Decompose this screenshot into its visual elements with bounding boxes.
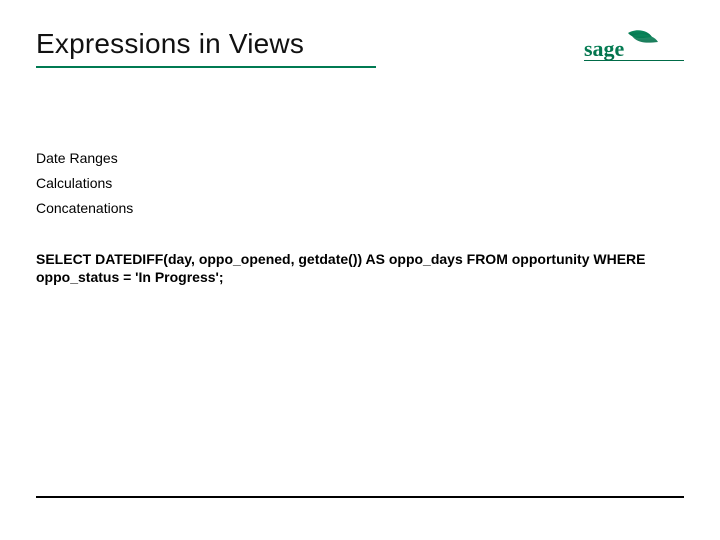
title-underline — [36, 66, 376, 68]
sql-code-block: SELECT DATEDIFF(day, oppo_opened, getdat… — [36, 250, 684, 286]
page-title: Expressions in Views — [36, 28, 584, 60]
sage-logo: sage — [584, 30, 684, 62]
title-block: Expressions in Views — [36, 28, 584, 68]
sage-logo-icon: sage — [584, 30, 684, 62]
footer-rule — [36, 496, 684, 498]
bullet-item: Calculations — [36, 171, 684, 196]
body: Date Ranges Calculations Concatenations … — [36, 146, 684, 286]
slide: Expressions in Views sage — [0, 0, 720, 540]
bullet-item: Concatenations — [36, 196, 684, 221]
logo-text: sage — [584, 36, 625, 61]
bullet-item: Date Ranges — [36, 146, 684, 171]
header: Expressions in Views sage — [36, 28, 684, 68]
